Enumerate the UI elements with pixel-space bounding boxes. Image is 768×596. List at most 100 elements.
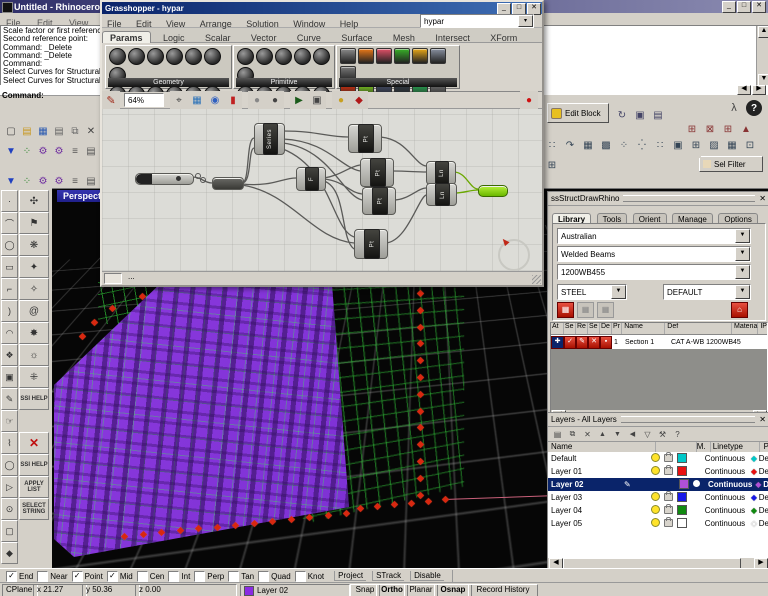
tool-icon[interactable]: @	[19, 300, 49, 322]
gh-menu-window[interactable]: Window	[288, 18, 330, 30]
component-icon[interactable]	[376, 48, 392, 64]
gh-menu-solution[interactable]: Solution	[241, 18, 284, 30]
solver-play-icon[interactable]: ▶	[290, 91, 308, 109]
component-icon[interactable]	[166, 48, 183, 65]
tool-icon[interactable]: ❖	[1, 344, 18, 366]
delete-cell-icon[interactable]: ✕	[588, 336, 600, 349]
layer-lock-icon[interactable]	[664, 493, 673, 501]
tool-icon[interactable]: ✧	[19, 278, 49, 300]
col-header[interactable]: Se	[588, 323, 600, 334]
layer-linetype[interactable]: Continuous	[703, 493, 749, 502]
layer-print[interactable]: De	[759, 467, 768, 476]
copy-layer-icon[interactable]: ⧉	[565, 427, 580, 441]
gh-menu-view[interactable]: View	[161, 18, 190, 30]
layer-color-swatch[interactable]	[677, 453, 687, 463]
image-export-icon[interactable]: ▦	[188, 91, 206, 109]
tool-icon[interactable]: ☼	[19, 344, 49, 366]
toolbar-icon[interactable]: ∷	[651, 137, 669, 155]
layer-linetype[interactable]: Continuous	[706, 480, 753, 489]
add-section-button[interactable]: ▦	[557, 302, 574, 318]
layer-on-icon[interactable]	[651, 466, 660, 475]
col-header[interactable]: Materia	[732, 323, 758, 334]
component-icon[interactable]	[313, 48, 330, 65]
layer-row-selected[interactable]: Layer 02 ✎ Continuous ◆ D	[548, 478, 768, 491]
plugin-button[interactable]: SELECT STRING	[19, 498, 49, 520]
component-icon[interactable]	[358, 48, 374, 64]
print-color-icon[interactable]: ◆	[749, 507, 759, 515]
col-header[interactable]: Pr	[612, 323, 622, 334]
chevron-down-icon[interactable]: ▼	[735, 229, 750, 243]
next-section-button[interactable]: ▦	[597, 302, 614, 318]
gh-file-selector[interactable]: hypar ▾	[420, 14, 534, 28]
col-header[interactable]: Re	[576, 323, 588, 334]
component-icon[interactable]	[294, 48, 311, 65]
gh-canvas[interactable]: Series F Pt Pt Pt Pt Ln Ln	[102, 109, 542, 271]
bake-icon[interactable]: ●	[332, 91, 350, 109]
toolbar-icon[interactable]: ▣	[669, 137, 687, 155]
tool-icon[interactable]: ✦	[19, 256, 49, 278]
solver-lock-icon[interactable]: ▣	[308, 91, 326, 109]
toolbar-icon[interactable]: ▦	[723, 137, 741, 155]
help-icon[interactable]: ?	[745, 99, 763, 117]
tool-icon[interactable]: ⌐	[1, 278, 18, 300]
print-color-icon[interactable]: ◇	[749, 520, 759, 528]
layer-print[interactable]: De	[759, 506, 768, 515]
layer-linetype[interactable]: Continuous	[703, 519, 749, 528]
chevron-down-icon[interactable]: ▼	[611, 285, 626, 299]
zoom-level-box[interactable]: 64%	[124, 93, 164, 107]
component-icon[interactable]	[412, 48, 428, 64]
section-select[interactable]: 1200WB455▼	[557, 264, 751, 280]
preview-shaded-icon[interactable]: ●	[266, 91, 284, 109]
component-icon[interactable]	[128, 48, 145, 65]
col-header[interactable]: IP	[758, 323, 767, 334]
layer-lock-icon[interactable]	[664, 506, 673, 514]
toolbar-icon[interactable]: ▤	[82, 142, 100, 160]
gumball-icon[interactable]: ▮	[224, 91, 242, 109]
current-layer-button[interactable]: Layer 02	[240, 584, 350, 596]
chevron-down-icon[interactable]: ▼	[735, 285, 750, 299]
panel-node[interactable]	[212, 177, 244, 190]
toolbar-icon[interactable]: ⊞	[687, 137, 705, 155]
layer-row[interactable]: Layer 05 Continuous ◇ De	[548, 517, 768, 530]
line-node[interactable]: Ln	[426, 161, 456, 185]
col-header[interactable]: Name	[622, 323, 665, 334]
series-node[interactable]: Series	[254, 123, 285, 155]
tool-icon[interactable]: ⊙	[1, 498, 18, 520]
osnap-near[interactable]: Near	[37, 571, 67, 582]
component-icon[interactable]	[430, 48, 446, 64]
tool-icon[interactable]: ◯	[1, 234, 18, 256]
layer-on-icon[interactable]	[651, 492, 660, 501]
layer-row[interactable]: Layer 04 Continuous ◆ De	[548, 504, 768, 517]
layer-row[interactable]: Default Continuous ◆ De	[548, 452, 768, 465]
layer-linetype[interactable]: Continuous	[703, 454, 749, 463]
material-select[interactable]: STEEL▼	[557, 284, 627, 300]
component-icon[interactable]	[394, 48, 410, 64]
print-color-icon[interactable]: ◆	[749, 494, 759, 502]
move-up-icon[interactable]: ▲	[595, 427, 610, 441]
select-cell-icon[interactable]: ✓	[564, 336, 576, 349]
layer-on-icon[interactable]	[651, 453, 660, 462]
gh-menu-help[interactable]: Help	[335, 18, 364, 30]
edit-block-button[interactable]: Edit Block	[547, 103, 609, 123]
osnap-strack-button[interactable]: STrack	[372, 571, 404, 581]
close-button[interactable]: ✕	[752, 1, 766, 13]
tool-icon[interactable]: ▭	[1, 256, 18, 278]
resize-grip-icon[interactable]	[532, 275, 541, 284]
osnap-project-button[interactable]: Project	[334, 571, 366, 581]
zoom-extents-icon[interactable]: ⌖	[170, 91, 188, 109]
tool-icon[interactable]: ❋	[19, 234, 49, 256]
print-color-icon[interactable]: ◆	[749, 455, 759, 463]
osnap-perp[interactable]: Perp	[194, 571, 224, 582]
plugin-button[interactable]: SSI HELP	[19, 454, 49, 476]
col-header[interactable]: Se	[564, 323, 576, 334]
plugin-button[interactable]: APPLY LIST	[19, 476, 49, 498]
component-icon[interactable]	[185, 48, 202, 65]
toolbar-icon[interactable]: ↷	[561, 137, 579, 155]
toolbar-icon[interactable]: ⁘	[615, 137, 633, 155]
edit-cell-icon[interactable]: ✎	[576, 336, 588, 349]
layer-print[interactable]: De	[759, 493, 768, 502]
layer-lock-icon[interactable]	[664, 454, 673, 462]
tool-icon[interactable]: ▣	[1, 366, 18, 388]
tool-icon[interactable]: ⚑	[19, 212, 49, 234]
maximize-button[interactable]: □	[737, 1, 751, 13]
